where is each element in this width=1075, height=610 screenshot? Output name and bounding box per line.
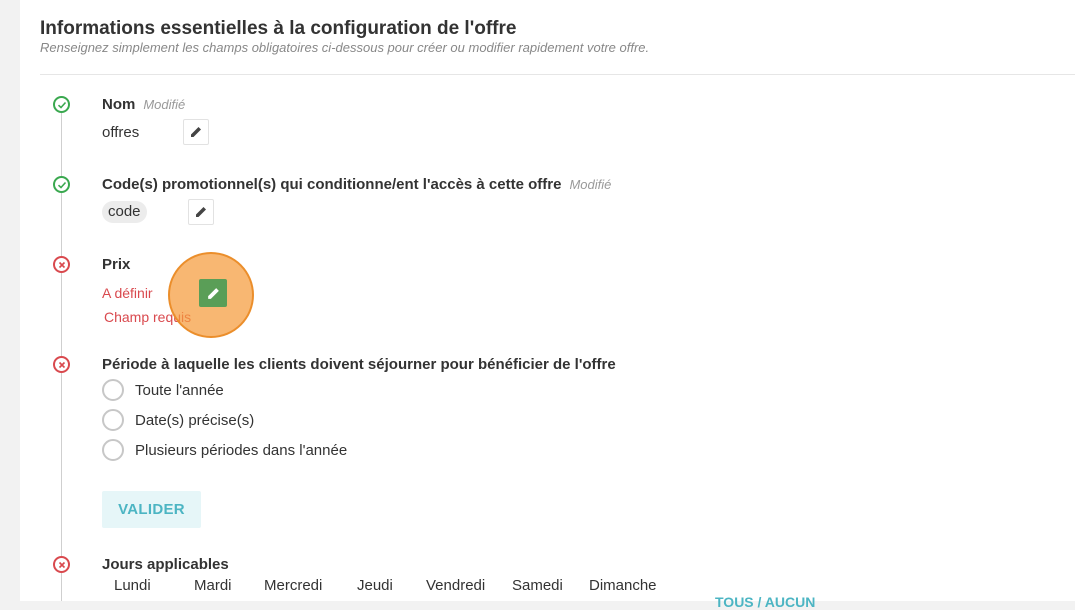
- day-dimanche[interactable]: Dimanche: [589, 577, 657, 594]
- pencil-icon: [196, 207, 206, 217]
- x-circle-icon: [53, 356, 70, 373]
- day-mardi[interactable]: Mardi: [194, 577, 232, 594]
- day-vendredi[interactable]: Vendredi: [426, 577, 485, 594]
- check-circle-icon: [53, 176, 70, 193]
- step-code-status: Modifié: [569, 177, 612, 192]
- step-periode-label: Période à laquelle les clients doivent s…: [102, 356, 616, 373]
- step-prix-value: A définir: [102, 285, 153, 301]
- radio-circle[interactable]: [102, 439, 124, 461]
- radio-circle[interactable]: [102, 409, 124, 431]
- toggle-all-days-link[interactable]: TOUS / AUCUN: [715, 594, 815, 610]
- pencil-icon: [191, 127, 201, 137]
- promo-code-chip: code: [102, 201, 147, 223]
- page-title: Informations essentielles à la configura…: [40, 18, 517, 39]
- day-mercredi[interactable]: Mercredi: [264, 577, 322, 594]
- radio-label: Date(s) précise(s): [135, 411, 255, 429]
- radio-toute-annee[interactable]: Toute l'année: [102, 379, 224, 401]
- step-nom-title: Nom: [102, 96, 136, 113]
- x-circle-icon: [53, 256, 70, 273]
- radio-dates-precises[interactable]: Date(s) précise(s): [102, 409, 254, 431]
- step-code-label: Code(s) promotionnel(s) qui conditionne/…: [102, 176, 611, 193]
- check-circle-icon: [53, 96, 70, 113]
- radio-label: Plusieurs périodes dans l'année: [135, 441, 348, 459]
- day-jeudi[interactable]: Jeudi: [357, 577, 393, 594]
- step-prix-label: Prix: [102, 256, 131, 273]
- step-nom-label: Nom Modifié: [102, 96, 185, 113]
- offer-config-panel: Informations essentielles à la configura…: [20, 0, 1075, 610]
- pencil-icon: [207, 287, 219, 299]
- day-samedi[interactable]: Samedi: [512, 577, 563, 594]
- edit-nom-button[interactable]: [183, 119, 209, 145]
- edit-prix-button[interactable]: [199, 279, 227, 307]
- radio-plusieurs-periodes[interactable]: Plusieurs périodes dans l'année: [102, 439, 347, 461]
- radio-label: Toute l'année: [135, 381, 224, 399]
- step-jours-label: Jours applicables: [102, 556, 229, 573]
- step-nom-value: offres: [102, 124, 140, 141]
- radio-circle[interactable]: [102, 379, 124, 401]
- header-divider: [40, 74, 1075, 75]
- step-nom-status: Modifié: [143, 97, 186, 112]
- edit-code-button[interactable]: [188, 199, 214, 225]
- valider-button[interactable]: VALIDER: [102, 491, 201, 528]
- x-circle-icon: [53, 556, 70, 573]
- step-code-title: Code(s) promotionnel(s) qui conditionne/…: [102, 176, 562, 193]
- day-lundi[interactable]: Lundi: [114, 577, 151, 594]
- page-subtitle: Renseignez simplement les champs obligat…: [40, 40, 650, 55]
